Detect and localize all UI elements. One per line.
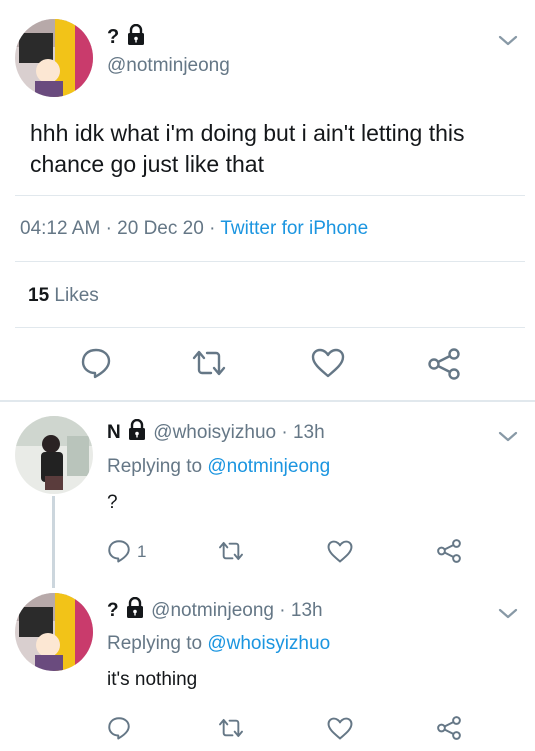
section-divider [0,400,535,402]
handle-reply-2[interactable]: @notminjeong [151,600,274,621]
display-name-text: ? [107,26,120,48]
chevron-down-icon[interactable] [496,424,520,448]
timestamp-row: 04:12 AM · 20 Dec 20 · Twitter for iPhon… [20,218,368,240]
tweet-text: hhh idk what i'm doing but i ain't letti… [30,118,465,180]
avatar-main[interactable] [15,19,93,97]
separator-dot: · [281,422,288,443]
lock-icon [125,23,147,52]
separator-dot: · [105,218,118,239]
avatar-image [15,416,93,494]
retweet-icon[interactable] [217,717,245,739]
reply-icon[interactable] [80,347,112,379]
like-icon[interactable] [311,348,345,378]
like-icon[interactable] [327,540,353,563]
tweet-text-line: chance go just like that [30,151,264,177]
like-icon[interactable] [327,717,353,740]
age-reply-1: 13h [292,422,325,443]
replying-to-link[interactable]: @whoisyizhuo [207,633,330,654]
tweet-date: 20 Dec 20 [117,218,204,239]
replying-prefix: Replying to [107,633,203,654]
likes-count: 15 [28,285,50,306]
share-icon[interactable] [427,348,461,380]
tweet-time: 04:12 AM [20,218,101,239]
replying-to-2: Replying to @whoisyizhuo [107,633,330,655]
retweet-icon[interactable] [190,348,228,378]
avatar-image [15,593,93,671]
reply-icon[interactable] [107,539,131,563]
likes-label: Likes [54,285,99,306]
replying-to-link[interactable]: @notminjeong [207,456,330,477]
separator-dot: · [279,600,286,621]
reply-2-header: ? @notminjeong · 13h [107,596,323,625]
replying-to-1: Replying to @notminjeong [107,456,330,478]
reply-2-text: it's nothing [107,669,198,690]
reply-1-text: ? [107,492,118,513]
thread-line [52,496,55,588]
chevron-down-icon[interactable] [496,28,520,52]
lock-icon [124,596,146,625]
handle-main[interactable]: @notminjeong [107,55,230,77]
share-icon[interactable] [436,539,462,563]
reply-count: 1 [137,542,147,561]
reply-1-header: N @whoisyizhuo · 13h [107,418,325,447]
age-reply-2: 13h [290,600,323,621]
chevron-down-icon[interactable] [496,601,520,625]
likes-row[interactable]: 15 Likes [28,285,99,307]
tweet-text-line: hhh idk what i'm doing but i ain't letti… [30,120,465,146]
replying-prefix: Replying to [107,456,203,477]
share-icon[interactable] [436,716,462,740]
display-name-main[interactable]: ? [107,23,147,52]
avatar-reply-1[interactable] [15,416,93,494]
handle-reply-1[interactable]: @whoisyizhuo [153,422,276,443]
avatar-image [15,19,93,97]
retweet-icon[interactable] [217,540,245,562]
separator-dot: · [209,218,221,239]
divider [15,261,525,262]
display-name-reply-1[interactable]: N [107,422,121,443]
divider [15,195,525,196]
tweet-source-link[interactable]: Twitter for iPhone [220,218,368,239]
lock-icon [126,418,148,447]
display-name-reply-2[interactable]: ? [107,600,119,621]
avatar-reply-2[interactable] [15,593,93,671]
divider [15,327,525,328]
reply-icon[interactable] [107,716,131,740]
